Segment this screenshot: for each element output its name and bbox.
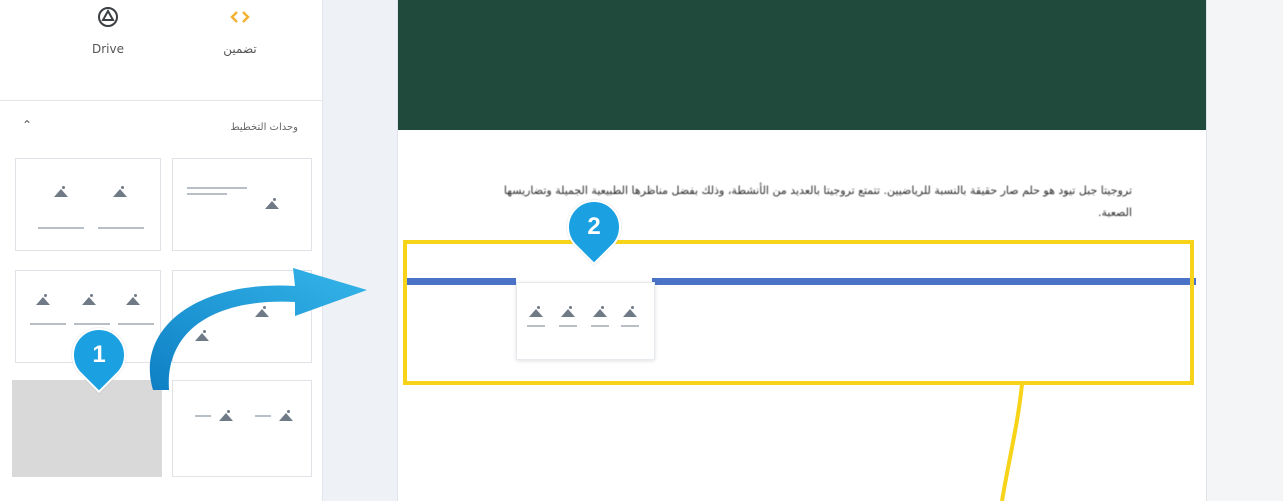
- drop-zone-highlight: [403, 240, 1194, 385]
- embed-label: تضمين: [223, 42, 257, 56]
- header-banner: [398, 0, 1206, 130]
- insert-panel-header: Drive تضمين: [0, 0, 322, 101]
- chevron-up-icon[interactable]: ⌃: [22, 118, 32, 132]
- caption-line: [98, 227, 144, 229]
- drive-label: Drive: [92, 42, 124, 56]
- embed-icon: [210, 6, 270, 32]
- text-line: [187, 187, 247, 189]
- image-icon: [113, 186, 127, 197]
- text-line: [187, 193, 227, 195]
- image-icon: [54, 186, 68, 197]
- drag-arrow-icon: [149, 268, 367, 390]
- image-icon: [279, 410, 293, 421]
- caption-line: [74, 323, 110, 325]
- text-line: [195, 415, 211, 417]
- drive-icon: [78, 6, 138, 32]
- callout-leader-line: [1000, 384, 1024, 501]
- layouts-section-title: وحدات التخطيط: [230, 122, 298, 133]
- image-icon: [82, 294, 96, 305]
- step-2-number: 2: [587, 213, 601, 240]
- canvas-right-margin: [1206, 0, 1283, 501]
- drive-button[interactable]: Drive: [78, 6, 138, 56]
- layout-card-text-image[interactable]: [172, 158, 312, 251]
- image-icon: [265, 198, 279, 209]
- image-icon: [219, 410, 233, 421]
- text-line: [255, 415, 271, 417]
- layouts-section-header[interactable]: ⌃ وحدات التخطيط: [10, 118, 312, 138]
- caption-line: [30, 323, 66, 325]
- layout-card-two-images[interactable]: [15, 158, 161, 251]
- step-1-number: 1: [92, 341, 106, 368]
- image-icon: [36, 294, 50, 305]
- caption-line: [38, 227, 84, 229]
- embed-button[interactable]: تضمين: [210, 6, 270, 56]
- app-window: Drive تضمين ⌃ وحدات التخطيط تروجيتا جبل …: [0, 0, 1283, 501]
